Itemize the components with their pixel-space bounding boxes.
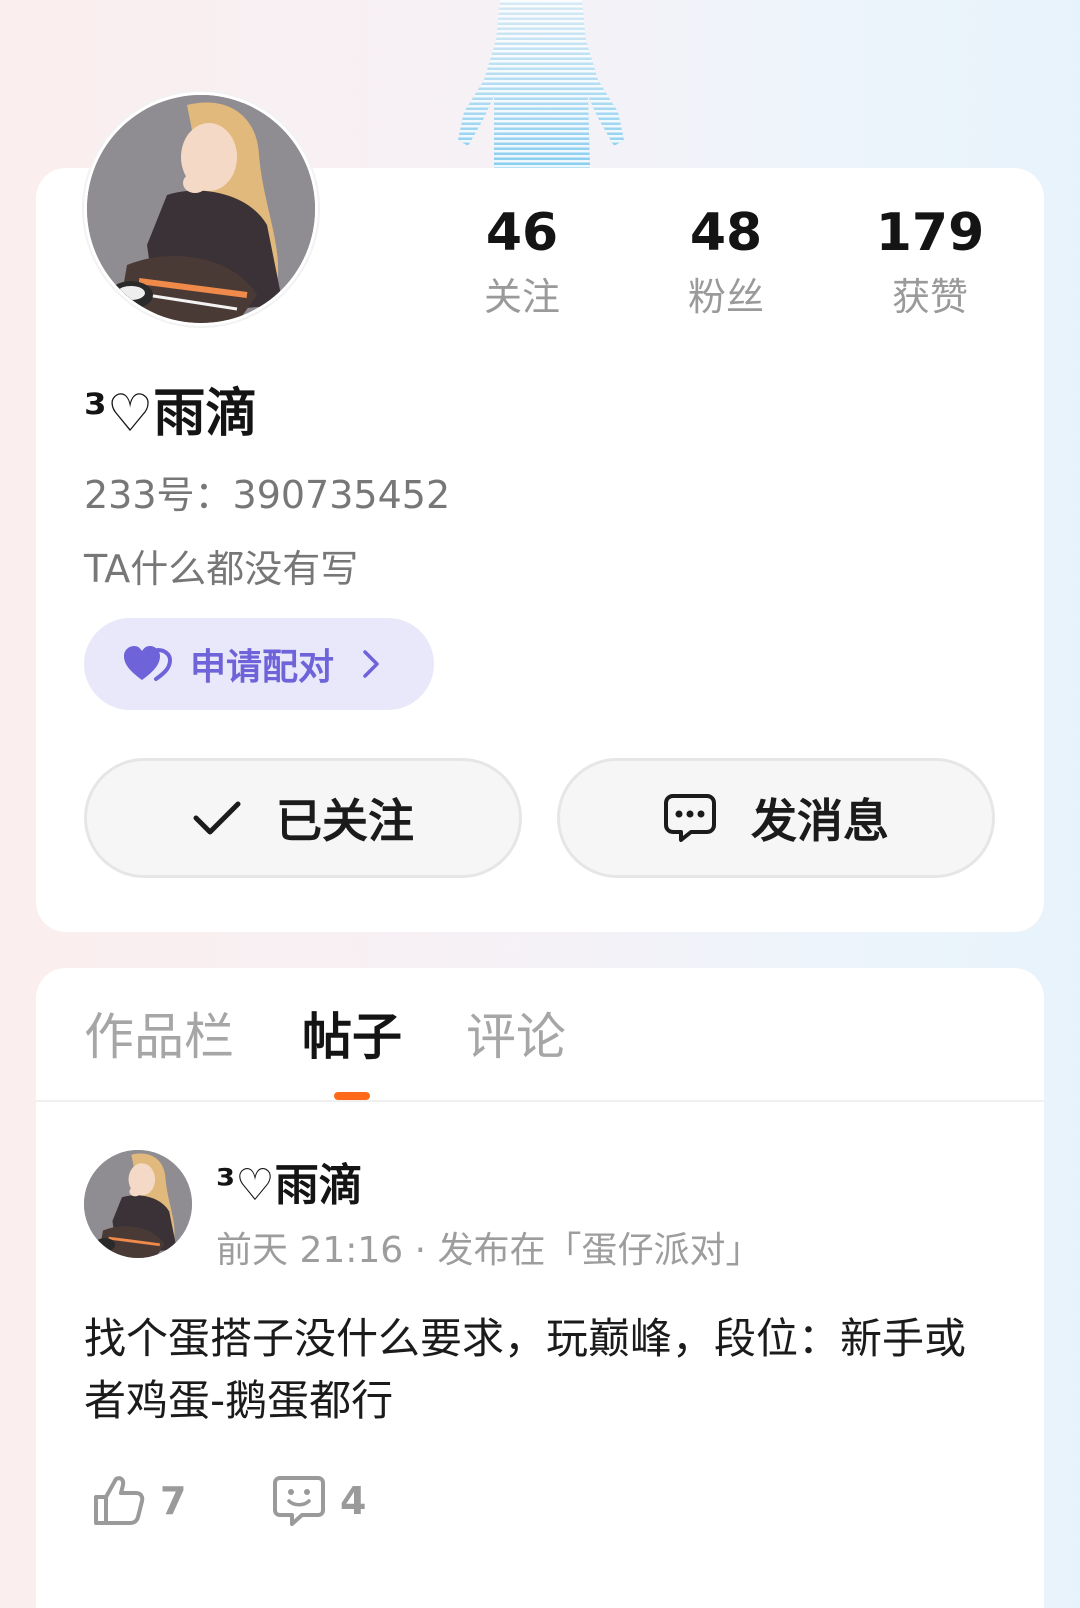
followed-label: 已关注 (276, 794, 414, 848)
apply-pair-label: 申请配对 (190, 647, 335, 688)
thumbs-up-icon (94, 1476, 145, 1525)
followed-button[interactable]: 已关注 (84, 758, 522, 878)
post-author-avatar[interactable] (84, 1150, 192, 1258)
stat-likes-value: 179 (875, 203, 985, 263)
comment-smile-icon (273, 1476, 325, 1526)
tab-works[interactable]: 作品栏 (84, 1000, 234, 1074)
stat-likes[interactable]: 179 获赞 (828, 198, 1032, 326)
comment-count: 4 (340, 1479, 367, 1523)
avatar-image (87, 95, 315, 323)
stat-following[interactable]: 46 关注 (420, 198, 624, 326)
post-author-name[interactable]: ³♡雨滴 (216, 1156, 363, 1216)
stat-followers-value: 48 (689, 203, 763, 263)
comment-button[interactable]: 4 (272, 1466, 366, 1536)
post-actions: 7 4 (84, 1466, 484, 1536)
like-button[interactable]: 7 (92, 1466, 186, 1536)
profile-stats: 46 关注 48 粉丝 179 获赞 (420, 198, 1032, 328)
stat-following-value: 46 (485, 203, 559, 263)
tab-posts[interactable]: 帖子 (302, 1000, 402, 1074)
heart-pair-icon (124, 646, 172, 681)
stat-following-label: 关注 (483, 275, 560, 319)
profile-bio: TA什么都没有写 (84, 547, 359, 591)
post-body[interactable]: 找个蛋搭子没什么要求，玩巅峰，段位：新手或者鸡蛋-鹅蛋都行 (84, 1308, 996, 1432)
stat-likes-label: 获赞 (891, 275, 968, 319)
chevron-right-icon (363, 650, 379, 678)
tabs-divider (36, 1100, 1044, 1102)
stat-followers-label: 粉丝 (687, 275, 764, 319)
hologram-figure (458, 0, 624, 168)
send-message-label: 发消息 (751, 794, 889, 848)
message-bubble-icon (664, 794, 716, 842)
apply-pair-button[interactable]: 申请配对 (84, 618, 434, 710)
send-message-button[interactable]: 发消息 (557, 758, 995, 878)
like-count: 7 (160, 1479, 187, 1523)
profile-avatar[interactable] (84, 92, 318, 326)
tab-comments[interactable]: 评论 (466, 1000, 566, 1074)
profile-uid[interactable]: 233号：390735452 (84, 470, 450, 520)
active-tab-indicator (334, 1092, 370, 1100)
stat-followers[interactable]: 48 粉丝 (624, 198, 828, 326)
check-icon (193, 801, 241, 835)
profile-nickname: ³♡雨滴 (84, 384, 258, 444)
content-tabs: 作品栏 帖子 评论 (84, 1000, 984, 1080)
post-meta: 前天 21:16 · 发布在「蛋仔派对」 (216, 1230, 762, 1271)
